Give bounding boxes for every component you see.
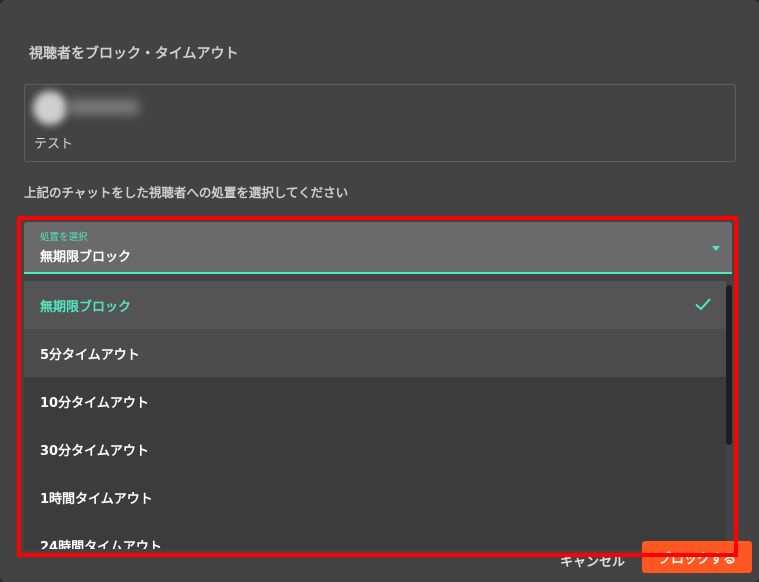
avatar xyxy=(33,91,67,125)
action-select[interactable]: 処置を選択 無期限ブロック xyxy=(24,222,732,274)
option-5min-timeout[interactable]: 5分タイムアウト xyxy=(24,329,726,377)
option-label: 1時間タイムアウト xyxy=(40,491,153,507)
dropdown-scrollbar[interactable] xyxy=(726,285,732,445)
option-30min-timeout[interactable]: 30分タイムアウト xyxy=(24,425,726,473)
option-indefinite-block[interactable]: 無期限ブロック xyxy=(24,281,726,329)
option-label: 10分タイムアウト xyxy=(40,395,149,411)
cancel-button[interactable]: キャンセル xyxy=(560,551,625,570)
select-value: 無期限ブロック xyxy=(40,250,132,265)
check-icon xyxy=(695,298,711,311)
viewer-name-blurred xyxy=(67,99,139,115)
option-10min-timeout[interactable]: 10分タイムアウト xyxy=(24,377,726,425)
option-1hour-timeout[interactable]: 1時間タイムアウト xyxy=(24,473,726,521)
option-label: 30分タイムアウト xyxy=(40,443,149,459)
option-24hour-timeout[interactable]: 24時間タイムアウト xyxy=(24,521,726,550)
comment-preview: テスト xyxy=(24,84,736,162)
option-label: 5分タイムアウト xyxy=(40,347,140,363)
instruction-text: 上記のチャットをした視聴者への処置を選択してください xyxy=(24,185,349,200)
dialog-title: 視聴者をブロック・タイムアウト xyxy=(29,46,239,62)
action-dropdown-menu: 無期限ブロック 5分タイムアウト 10分タイムアウト 30分タイムアウト 1時間… xyxy=(24,281,726,549)
block-button[interactable]: ブロックする xyxy=(642,541,752,573)
block-timeout-dialog: 視聴者をブロック・タイムアウト テスト 上記のチャットをした視聴者への処置を選択… xyxy=(0,0,759,582)
option-label: 24時間タイムアウト xyxy=(40,539,162,550)
chevron-down-icon[interactable] xyxy=(712,246,720,251)
option-label: 無期限ブロック xyxy=(40,299,132,315)
comment-text: テスト xyxy=(34,137,74,152)
select-caption: 処置を選択 xyxy=(40,232,88,243)
